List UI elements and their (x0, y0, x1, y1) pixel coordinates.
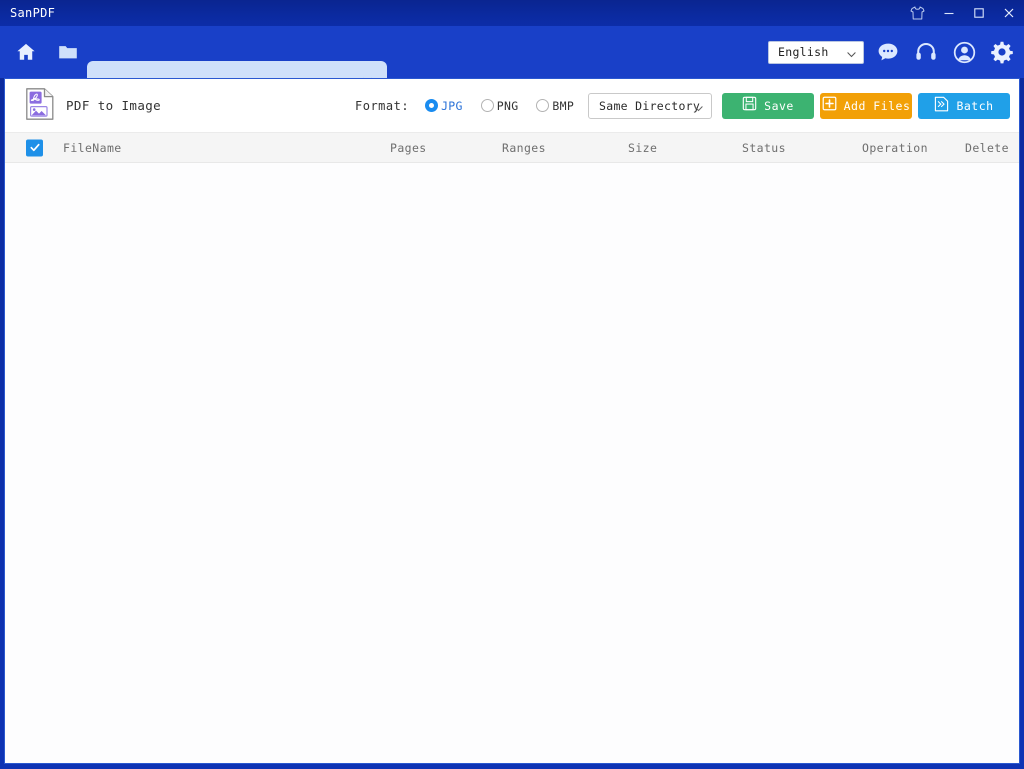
format-label-bmp: BMP (552, 99, 574, 113)
column-header-delete[interactable]: Delete (965, 141, 1009, 155)
language-select[interactable]: English (768, 41, 864, 64)
format-label-png: PNG (497, 99, 519, 113)
add-files-label: Add Files (844, 99, 911, 113)
format-radio-bmp[interactable]: BMP (536, 99, 574, 113)
window-controls (900, 0, 1024, 26)
format-options: Format: JPG PNG BMP (355, 99, 592, 113)
column-header-filename[interactable]: FileName (63, 141, 122, 155)
column-header-status[interactable]: Status (742, 141, 786, 155)
conversion-toolbar: PDF to Image Format: JPG PNG BMP S (5, 79, 1019, 133)
output-directory-value: Same Directory (599, 99, 700, 113)
minimize-button[interactable] (934, 0, 964, 26)
nav-right-controls: English (768, 26, 1016, 78)
add-files-button[interactable]: Add Files (820, 93, 912, 119)
nav-left-icons (12, 26, 82, 78)
select-all-checkbox[interactable] (26, 139, 43, 156)
radio-dot-jpg (425, 99, 438, 112)
format-radio-jpg[interactable]: JPG (425, 99, 463, 113)
output-directory-select[interactable]: Same Directory (588, 93, 712, 119)
chevron-down-icon (847, 43, 856, 62)
batch-label: Batch (956, 99, 993, 113)
batch-document-icon (934, 96, 949, 116)
file-list-body[interactable] (5, 163, 1019, 763)
column-header-operation[interactable]: Operation (862, 141, 928, 155)
save-label: Save (764, 99, 794, 113)
navigation-bar: PDF to Image English (0, 26, 1024, 78)
mode-indicator: PDF to Image (25, 87, 161, 125)
save-button[interactable]: Save (722, 93, 814, 119)
tshirt-icon[interactable] (900, 0, 934, 26)
app-title: SanPDF (10, 6, 55, 20)
floppy-disk-icon (742, 96, 757, 115)
settings-gear-icon[interactable] (988, 38, 1016, 66)
content-panel: PDF to Image Format: JPG PNG BMP S (4, 78, 1020, 764)
format-caption: Format: (355, 99, 409, 113)
format-label-jpg: JPG (441, 99, 463, 113)
plus-square-icon (822, 96, 837, 115)
radio-dot-bmp (536, 99, 549, 112)
user-account-icon[interactable] (950, 38, 978, 66)
chat-icon[interactable] (874, 38, 902, 66)
mode-label: PDF to Image (66, 98, 161, 113)
chevron-down-icon (694, 96, 703, 115)
pdf-to-image-icon (25, 87, 55, 125)
headset-icon[interactable] (912, 38, 940, 66)
folder-icon[interactable] (54, 38, 82, 66)
application-window: SanPDF (0, 0, 1024, 769)
column-header-size[interactable]: Size (628, 141, 657, 155)
title-bar: SanPDF (0, 0, 1024, 26)
file-list-header: FileName Pages Ranges Size Status Operat… (5, 133, 1019, 163)
batch-button[interactable]: Batch (918, 93, 1010, 119)
home-icon[interactable] (12, 38, 40, 66)
column-header-pages[interactable]: Pages (390, 141, 427, 155)
radio-dot-png (481, 99, 494, 112)
column-header-ranges[interactable]: Ranges (502, 141, 546, 155)
format-radio-png[interactable]: PNG (481, 99, 519, 113)
maximize-button[interactable] (964, 0, 994, 26)
language-value: English (778, 45, 829, 59)
close-button[interactable] (994, 0, 1024, 26)
